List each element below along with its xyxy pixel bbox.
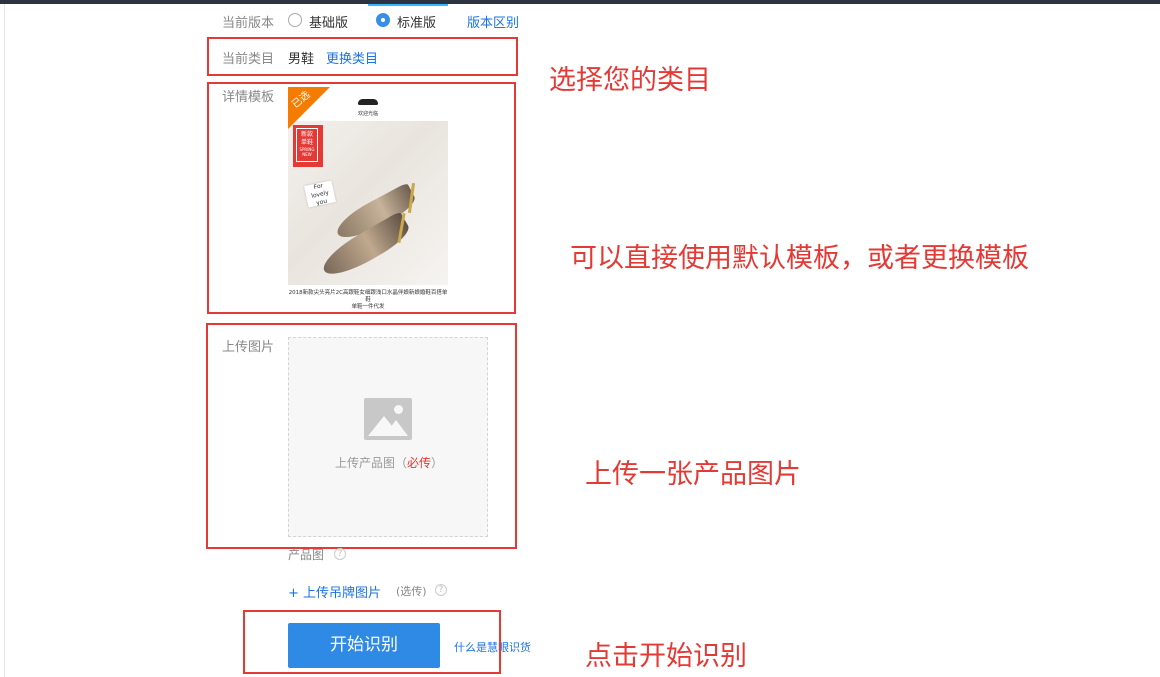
help-icon[interactable]: ?: [334, 548, 346, 560]
top-navigation-bar: [0, 0, 1160, 4]
annotation-choose-category: 选择您的类目: [549, 65, 711, 96]
annotation-start-tip: 点击开始识别: [585, 641, 747, 672]
left-divider: [4, 4, 5, 677]
annotation-box-template: [207, 82, 516, 314]
annotation-template-tip: 可以直接使用默认模板，或者更换模板: [570, 243, 1029, 274]
version-diff-link[interactable]: 版本区别: [467, 12, 519, 31]
radio-basic-version[interactable]: [288, 13, 302, 27]
annotation-upload-tip: 上传一张产品图片: [585, 459, 801, 490]
hangtag-optional-text: (选传): [396, 585, 427, 598]
radio-standard-label[interactable]: 标准版: [397, 12, 436, 31]
radio-standard-version[interactable]: [376, 13, 390, 27]
annotation-box-upload: [206, 323, 517, 549]
annotation-box-category: [207, 37, 518, 76]
annotation-box-start: [243, 610, 501, 674]
version-label: 当前版本: [222, 16, 275, 31]
help-icon[interactable]: ?: [435, 584, 447, 596]
radio-basic-label[interactable]: 基础版: [309, 12, 348, 31]
upload-hangtag-link[interactable]: + 上传吊牌图片: [288, 582, 381, 601]
active-nav-indicator: [368, 4, 448, 6]
product-image-caption: 产品图: [288, 548, 325, 562]
